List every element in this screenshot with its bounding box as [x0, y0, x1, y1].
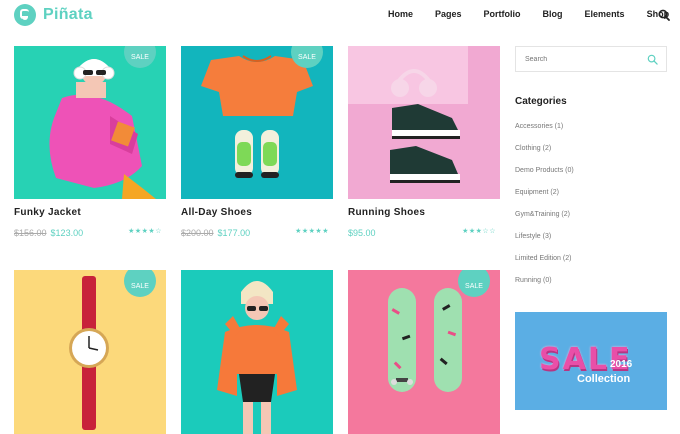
product-image[interactable]	[348, 46, 500, 199]
star-rating: ★★★★★	[295, 228, 329, 235]
funky-jacket-photo	[14, 46, 166, 199]
sale-price: $123.00	[50, 228, 84, 238]
product-image[interactable]: SALE	[181, 46, 333, 199]
product-name[interactable]: Running Shoes	[348, 207, 425, 218]
category-link[interactable]: Running (0)	[515, 277, 552, 284]
category-link[interactable]: Limited Edition (2)	[515, 255, 571, 262]
nav-pages[interactable]: Pages	[435, 9, 462, 19]
search-icon[interactable]	[658, 9, 670, 21]
nav-blog[interactable]: Blog	[543, 9, 563, 19]
product-image[interactable]: SALE	[348, 270, 500, 434]
product-card[interactable]: SALE	[14, 270, 166, 434]
category-link[interactable]: Equipment (2)	[515, 189, 559, 196]
star-rating: ★★★☆☆	[462, 228, 496, 235]
nav-elements[interactable]: Elements	[585, 9, 625, 19]
product-price: $200.00 $177.00	[181, 228, 250, 238]
category-link[interactable]: Demo Products (0)	[515, 167, 574, 174]
banner-year: 2016	[610, 359, 633, 370]
product-card[interactable]: SALE Funky Jacket $156.00 $123.00 ★★★★☆	[14, 46, 166, 238]
nav-portfolio[interactable]: Portfolio	[484, 9, 521, 19]
search-icon[interactable]	[647, 54, 658, 65]
product-name[interactable]: Funky Jacket	[14, 207, 81, 218]
product-price: $95.00	[348, 228, 376, 238]
nav-home[interactable]: Home	[388, 9, 413, 19]
star-rating: ★★★★☆	[128, 228, 162, 235]
original-price: $156.00	[14, 228, 47, 238]
sale-collection-banner[interactable]: SALE 2016 Collection	[515, 312, 667, 410]
product-price-value: $95.00	[348, 228, 376, 238]
category-link[interactable]: Lifestyle (3)	[515, 233, 551, 240]
brand-name: Piñata	[43, 6, 93, 23]
category-link[interactable]: Accessories (1)	[515, 123, 563, 130]
product-image[interactable]	[181, 270, 333, 434]
site-header: Piñata Home Pages Portfolio Blog Element…	[0, 0, 680, 30]
product-image[interactable]: SALE	[14, 270, 166, 434]
brand-logo[interactable]: Piñata	[14, 4, 93, 26]
product-price: $156.00 $123.00	[14, 228, 83, 238]
orange-sweater-photo	[181, 270, 333, 434]
sidebar-search	[515, 46, 667, 72]
product-card[interactable]: SALE	[348, 270, 500, 434]
product-name[interactable]: All-Day Shoes	[181, 207, 252, 218]
product-card[interactable]	[181, 270, 333, 434]
product-card[interactable]: SALE All-Day Shoes $200.00 $177.00 ★★★★★	[181, 46, 333, 238]
product-card[interactable]: Running Shoes $95.00 ★★★☆☆	[348, 46, 500, 238]
sale-price: $177.00	[217, 228, 251, 238]
running-shoes-photo	[348, 46, 500, 199]
category-link[interactable]: Gym&Training (2)	[515, 211, 570, 218]
main-nav: Home Pages Portfolio Blog Elements Shop	[388, 9, 680, 19]
search-input[interactable]	[525, 47, 645, 71]
all-day-shoes-photo	[181, 46, 333, 199]
original-price: $200.00	[181, 228, 214, 238]
categories-heading: Categories	[515, 96, 567, 107]
category-link[interactable]: Clothing (2)	[515, 145, 551, 152]
product-image[interactable]: SALE	[14, 46, 166, 199]
banner-subtitle: Collection	[577, 373, 631, 385]
pinata-logo-icon	[14, 4, 36, 26]
